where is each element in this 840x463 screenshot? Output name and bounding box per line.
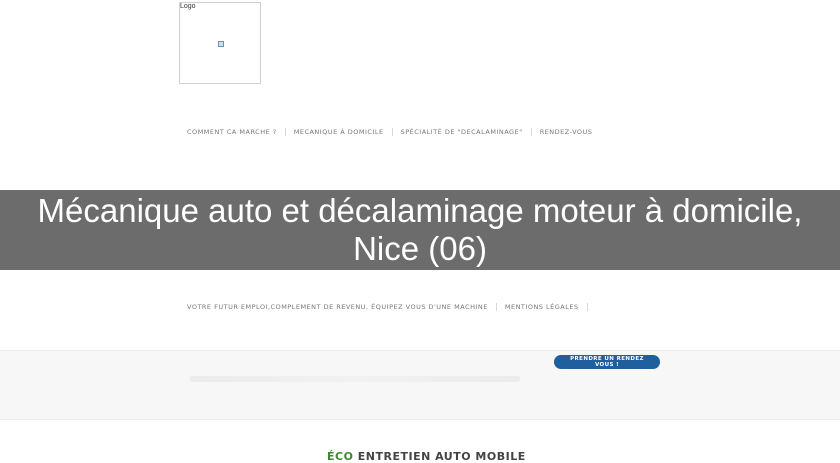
book-appointment-button[interactable]: PRENDRE UN RENDEZ VOUS ! [554,355,660,369]
nav-divider [495,303,497,311]
nav-item-mentions-legales[interactable]: MENTIONS LÉGALES [505,303,579,311]
logo-alt-text: Logo [180,3,196,10]
broken-image-icon [218,41,224,47]
secondary-nav: VOTRE FUTUR EMPLOI,COMPLEMENT DE REVENU,… [187,302,596,312]
nav-divider [586,303,588,311]
nav-item-mecanique-a-domicile[interactable]: MECANIQUE À DOMICILE [294,128,384,136]
nav-item-specialite-decalaminage[interactable]: SPÉCIALITÉ DE "DECALAMINAGE" [401,128,523,136]
nav-item-comment-ca-marche[interactable]: COMMENT CA MARCHE ? [187,128,277,136]
nav-divider [530,128,532,136]
nav-item-rendez-vous[interactable]: RENDEZ-VOUS [540,128,593,136]
nav-divider [284,128,286,136]
title-banner: Mécanique auto et décalaminage moteur à … [0,190,840,270]
brand-heading: ÉCO ENTRETIEN AUTO MOBILE [327,450,526,463]
brand-eco: ÉCO [327,450,354,463]
nav-divider [391,128,393,136]
site-logo[interactable]: Logo [179,2,261,84]
page-title: Mécanique auto et décalaminage moteur à … [37,192,803,267]
nav-item-futur-emploi[interactable]: VOTRE FUTUR EMPLOI,COMPLEMENT DE REVENU,… [187,303,488,311]
brand-rest: ENTRETIEN AUTO MOBILE [353,450,526,463]
faded-tagline [190,376,520,382]
primary-nav: COMMENT CA MARCHE ? MECANIQUE À DOMICILE… [187,127,592,137]
header-band [0,350,840,420]
